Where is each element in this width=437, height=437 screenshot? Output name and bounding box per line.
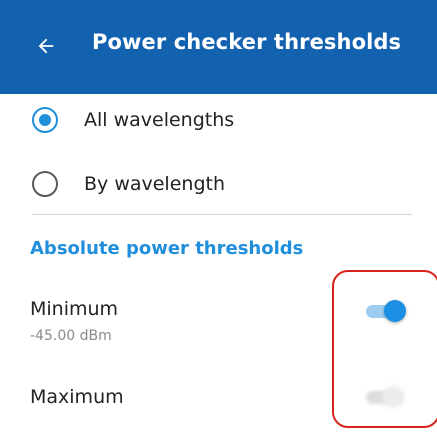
minimum-label: Minimum xyxy=(30,298,119,320)
minimum-value: -45.00 dBm xyxy=(30,328,112,344)
minimum-toggle[interactable] xyxy=(362,296,408,326)
page-title: Power checker thresholds xyxy=(92,30,402,54)
divider xyxy=(32,214,412,215)
radio-label-by-wavelength: By wavelength xyxy=(84,173,225,195)
back-button[interactable] xyxy=(26,26,66,66)
maximum-setting-row[interactable]: Maximum xyxy=(0,380,320,420)
arrow-left-icon xyxy=(38,38,54,54)
app-bar: Power checker thresholds xyxy=(0,0,437,94)
radio-by-wavelength[interactable]: By wavelength xyxy=(0,156,437,212)
radio-button-unselected[interactable] xyxy=(32,171,58,197)
toggle-thumb xyxy=(382,386,404,408)
maximum-label: Maximum xyxy=(30,386,124,408)
toggle-thumb xyxy=(384,300,406,322)
radio-button-selected[interactable] xyxy=(32,107,58,133)
minimum-setting-row[interactable]: Minimum -45.00 dBm xyxy=(0,290,320,350)
radio-label-all-wavelengths: All wavelengths xyxy=(84,109,235,131)
section-header-absolute-power: Absolute power thresholds xyxy=(30,238,304,259)
radio-all-wavelengths[interactable]: All wavelengths xyxy=(0,92,437,148)
maximum-toggle[interactable] xyxy=(362,382,408,412)
